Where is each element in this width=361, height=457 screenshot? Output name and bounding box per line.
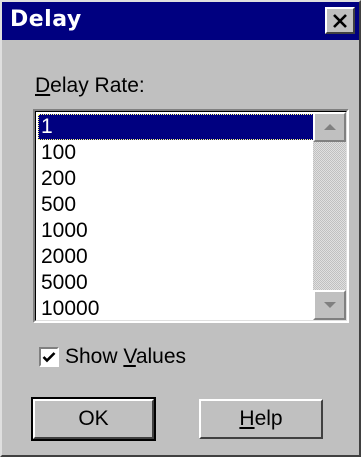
title-bar[interactable]: Delay <box>2 2 359 40</box>
list-item[interactable]: 2000 <box>38 244 314 270</box>
list-item[interactable]: 1 <box>38 114 314 140</box>
list-item[interactable]: 500 <box>38 192 314 218</box>
ok-button[interactable]: OK <box>31 397 156 441</box>
list-item[interactable]: 10000 <box>38 296 314 322</box>
vertical-scrollbar[interactable] <box>313 112 346 320</box>
show-values-option[interactable]: Show Values <box>39 345 186 369</box>
window-title: Delay <box>10 7 82 32</box>
list-item[interactable]: 200 <box>38 166 314 192</box>
checkmark-icon <box>42 352 56 363</box>
scroll-down-button[interactable] <box>313 290 346 320</box>
show-values-label: Show Values <box>65 345 187 368</box>
close-icon <box>333 13 347 28</box>
list-item[interactable]: 5000 <box>38 270 314 296</box>
list-item[interactable]: 100 <box>38 140 314 166</box>
arrow-up-icon <box>323 124 336 130</box>
arrow-down-icon <box>323 302 336 308</box>
help-button-label: Help <box>239 407 283 430</box>
delay-rate-label: Delay Rate: <box>35 74 145 97</box>
show-values-checkbox[interactable] <box>39 347 59 367</box>
delay-rate-listbox[interactable]: 1 100 200 500 1000 2000 5000 10000 <box>33 109 349 323</box>
delay-rate-items: 1 100 200 500 1000 2000 5000 10000 <box>38 114 314 322</box>
close-button[interactable] <box>325 7 355 34</box>
scroll-up-button[interactable] <box>313 112 346 142</box>
ok-button-label: OK <box>78 407 109 430</box>
delay-dialog: Delay Delay Rate: 1 100 200 500 1000 200… <box>0 0 361 457</box>
list-item[interactable]: 1000 <box>38 218 314 244</box>
help-button[interactable]: Help <box>199 399 323 439</box>
